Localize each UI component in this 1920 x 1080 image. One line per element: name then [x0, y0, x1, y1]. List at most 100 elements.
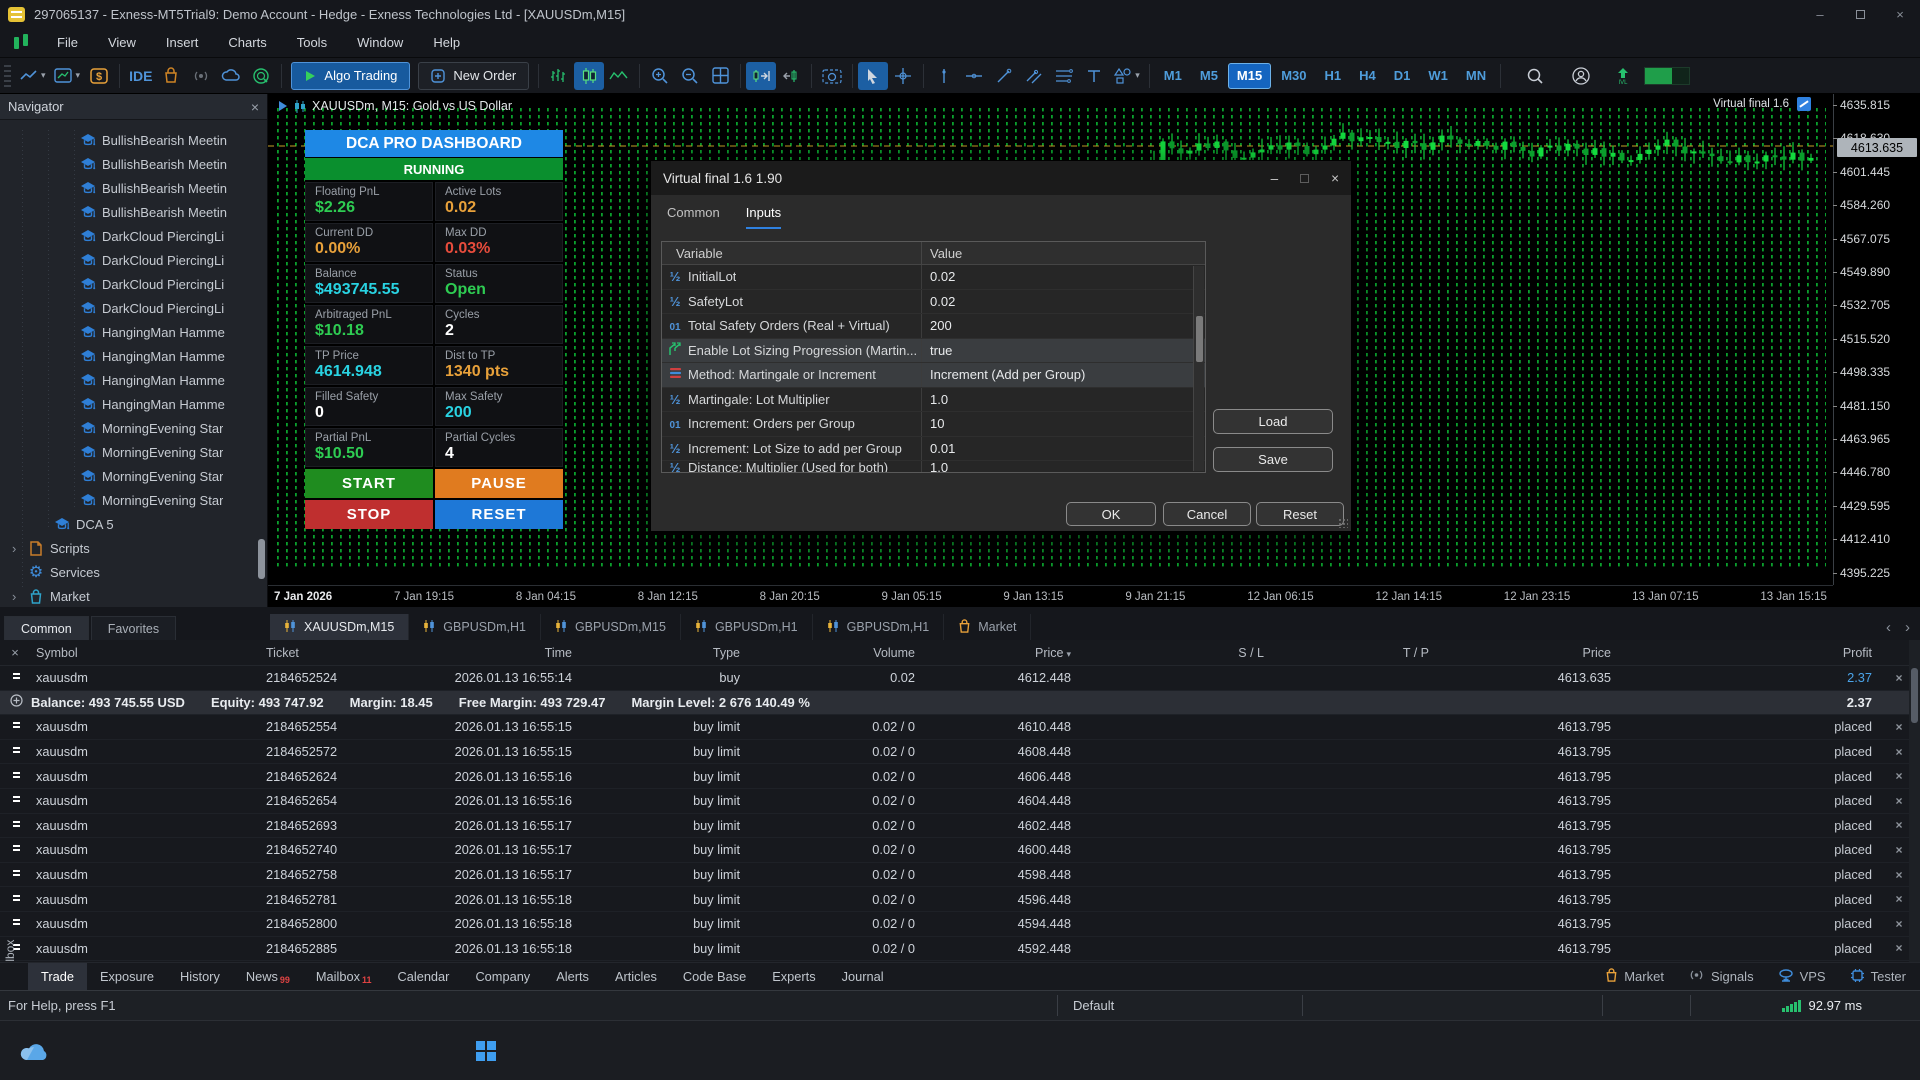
fibonacci-tool[interactable]	[1049, 62, 1079, 90]
tree-item[interactable]: HangingMan Hamme	[0, 344, 267, 368]
chevron-left-icon[interactable]: ‹	[1886, 619, 1891, 636]
tree-item[interactable]: ›Scripts	[0, 536, 267, 560]
statusbar-connection[interactable]: 92.97 ms	[1782, 998, 1862, 1013]
timeframe-m1[interactable]: M1	[1156, 63, 1190, 89]
chevron-right-icon[interactable]: ›	[1905, 619, 1910, 636]
tree-item[interactable]: HangingMan Hamme	[0, 368, 267, 392]
order-row[interactable]: xauusdm21846526932026.01.13 16:55:17buy …	[0, 814, 1920, 839]
timeframe-m5[interactable]: M5	[1192, 63, 1226, 89]
input-value[interactable]: Increment (Add per Group)	[922, 367, 1205, 382]
order-row[interactable]: xauusdm21846527582026.01.13 16:55:17buy …	[0, 863, 1920, 888]
close-button[interactable]: ×	[1880, 0, 1920, 28]
channel-tool[interactable]	[1019, 62, 1049, 90]
input-value[interactable]: 0.02	[922, 294, 1205, 309]
timeframe-mn[interactable]: MN	[1458, 63, 1494, 89]
screenshot-button[interactable]	[817, 62, 847, 90]
cursor-button[interactable]	[858, 62, 888, 90]
dialog-minimize-button[interactable]: –	[1271, 171, 1279, 186]
input-row[interactable]: ½InitialLot0.02	[662, 265, 1205, 290]
connection-status-bar[interactable]	[1644, 67, 1690, 85]
input-value[interactable]: true	[922, 343, 1205, 358]
chart-tab-xauusdm-m15[interactable]: XAUUSDm,M15	[270, 614, 409, 640]
price-scale[interactable]: 4635.8154618.6304601.4454584.2604567.075…	[1833, 94, 1920, 585]
toolbox-tab-mailbox[interactable]: Mailbox11	[303, 963, 385, 991]
menu-view[interactable]: View	[93, 28, 151, 58]
navigator-scrollbar[interactable]	[258, 539, 265, 579]
timeframe-m15[interactable]: M15	[1228, 63, 1271, 89]
column-header-volume[interactable]: Volume	[746, 646, 921, 660]
tree-item[interactable]: HangingMan Hamme	[0, 320, 267, 344]
order-row[interactable]: xauusdm21846526542026.01.13 16:55:16buy …	[0, 789, 1920, 814]
order-row[interactable]: xauusdm21846525722026.01.13 16:55:15buy …	[0, 740, 1920, 765]
reset-button[interactable]: RESET	[435, 500, 563, 529]
new-chart-button[interactable]: ▾	[50, 62, 85, 90]
signals-toolbar-icon[interactable]	[186, 62, 216, 90]
cancel-button[interactable]: Cancel	[1163, 502, 1251, 526]
column-header-time[interactable]: Time	[420, 646, 578, 660]
input-row[interactable]: Method: Martingale or IncrementIncrement…	[662, 363, 1205, 388]
input-row[interactable]: ½Martingale: Lot Multiplier1.0	[662, 388, 1205, 413]
input-value[interactable]: 1.0	[922, 461, 1205, 473]
tree-item[interactable]: DarkCloud PiercingLi	[0, 272, 267, 296]
tree-item[interactable]: MorningEvening Star	[0, 416, 267, 440]
tree-item[interactable]: ⚙Services	[0, 560, 267, 584]
new-order-button[interactable]: New Order	[418, 62, 529, 90]
statusbar-profile[interactable]: Default	[1073, 998, 1114, 1013]
input-row[interactable]: 01Increment: Orders per Group10	[662, 412, 1205, 437]
toolbar-grip[interactable]	[4, 65, 11, 87]
input-value[interactable]: 200	[922, 318, 1205, 333]
input-row[interactable]: Enable Lot Sizing Progression (Martin...…	[662, 339, 1205, 364]
tree-item[interactable]: MorningEvening Star	[0, 440, 267, 464]
menu-help[interactable]: Help	[418, 28, 475, 58]
restore-button[interactable]	[1840, 0, 1880, 28]
timeframe-w1[interactable]: W1	[1420, 63, 1456, 89]
order-row[interactable]: xauusdm21846527812026.01.13 16:55:18buy …	[0, 887, 1920, 912]
column-header-price[interactable]: Price	[1435, 646, 1617, 660]
position-row[interactable]: xauusdm21846525242026.01.13 16:55:14buy0…	[0, 666, 1920, 691]
crosshair-button[interactable]	[888, 62, 918, 90]
zoom-out-button[interactable]	[675, 62, 705, 90]
tree-item[interactable]: DarkCloud PiercingLi	[0, 296, 267, 320]
menu-insert[interactable]: Insert	[151, 28, 214, 58]
tree-item[interactable]: BullishBearish Meetin	[0, 176, 267, 200]
column-header-profit[interactable]: Profit	[1617, 646, 1878, 660]
tree-item[interactable]: MorningEvening Star	[0, 464, 267, 488]
weather-icon[interactable]	[18, 1035, 50, 1067]
tree-item[interactable]: BullishBearish Meetin	[0, 128, 267, 152]
load-button[interactable]: Load	[1213, 409, 1333, 434]
input-row[interactable]: ½Distance: Multiplier (Used for both)1.0	[662, 461, 1205, 473]
tree-item[interactable]: BullishBearish Meetin	[0, 152, 267, 176]
time-axis[interactable]: 7 Jan 20267 Jan 19:158 Jan 04:158 Jan 12…	[268, 585, 1833, 607]
input-value[interactable]: 0.02	[922, 269, 1205, 284]
input-value[interactable]: 10	[922, 416, 1205, 431]
toolbox-tab-calendar[interactable]: Calendar	[385, 963, 463, 991]
vps-radar-icon[interactable]	[246, 62, 276, 90]
ok-button[interactable]: OK	[1066, 502, 1156, 526]
reset-button[interactable]: Reset	[1256, 502, 1344, 526]
menu-tools[interactable]: Tools	[282, 28, 342, 58]
link-market[interactable]: Market	[1605, 968, 1664, 985]
one-click-trading-icon[interactable]	[278, 101, 288, 111]
order-row[interactable]: xauusdm21846526242026.01.13 16:55:16buy …	[0, 764, 1920, 789]
line-chart-mode-button[interactable]	[604, 62, 634, 90]
column-header-sl[interactable]: S / L	[1077, 646, 1270, 660]
column-header-symbol[interactable]: Symbol	[30, 646, 260, 660]
input-value[interactable]: 1.0	[922, 392, 1205, 407]
input-row[interactable]: ½SafetyLot0.02	[662, 290, 1205, 315]
tree-item[interactable]: DarkCloud PiercingLi	[0, 248, 267, 272]
link-vps[interactable]: VPS	[1778, 969, 1826, 985]
circle-plus-icon[interactable]	[0, 694, 31, 710]
tree-item[interactable]: DCA 5	[0, 512, 267, 536]
menu-file[interactable]: File	[42, 28, 93, 58]
text-tool[interactable]	[1079, 62, 1109, 90]
dialog-titlebar[interactable]: Virtual final 1.6 1.90 – ×	[651, 161, 1351, 195]
zoom-in-button[interactable]	[645, 62, 675, 90]
bar-chart-mode-button[interactable]	[544, 62, 574, 90]
toolbox-tab-experts[interactable]: Experts	[759, 963, 828, 991]
start-button[interactable]: START	[305, 469, 433, 498]
timeframe-d1[interactable]: D1	[1386, 63, 1419, 89]
start-button[interactable]	[470, 1035, 502, 1067]
shapes-tool[interactable]: ▾	[1109, 62, 1144, 90]
chart-tab-gbpusdm-h1[interactable]: GBPUSDm,H1	[813, 614, 945, 640]
order-row[interactable]: xauusdm21846525542026.01.13 16:55:15buy …	[0, 715, 1920, 740]
